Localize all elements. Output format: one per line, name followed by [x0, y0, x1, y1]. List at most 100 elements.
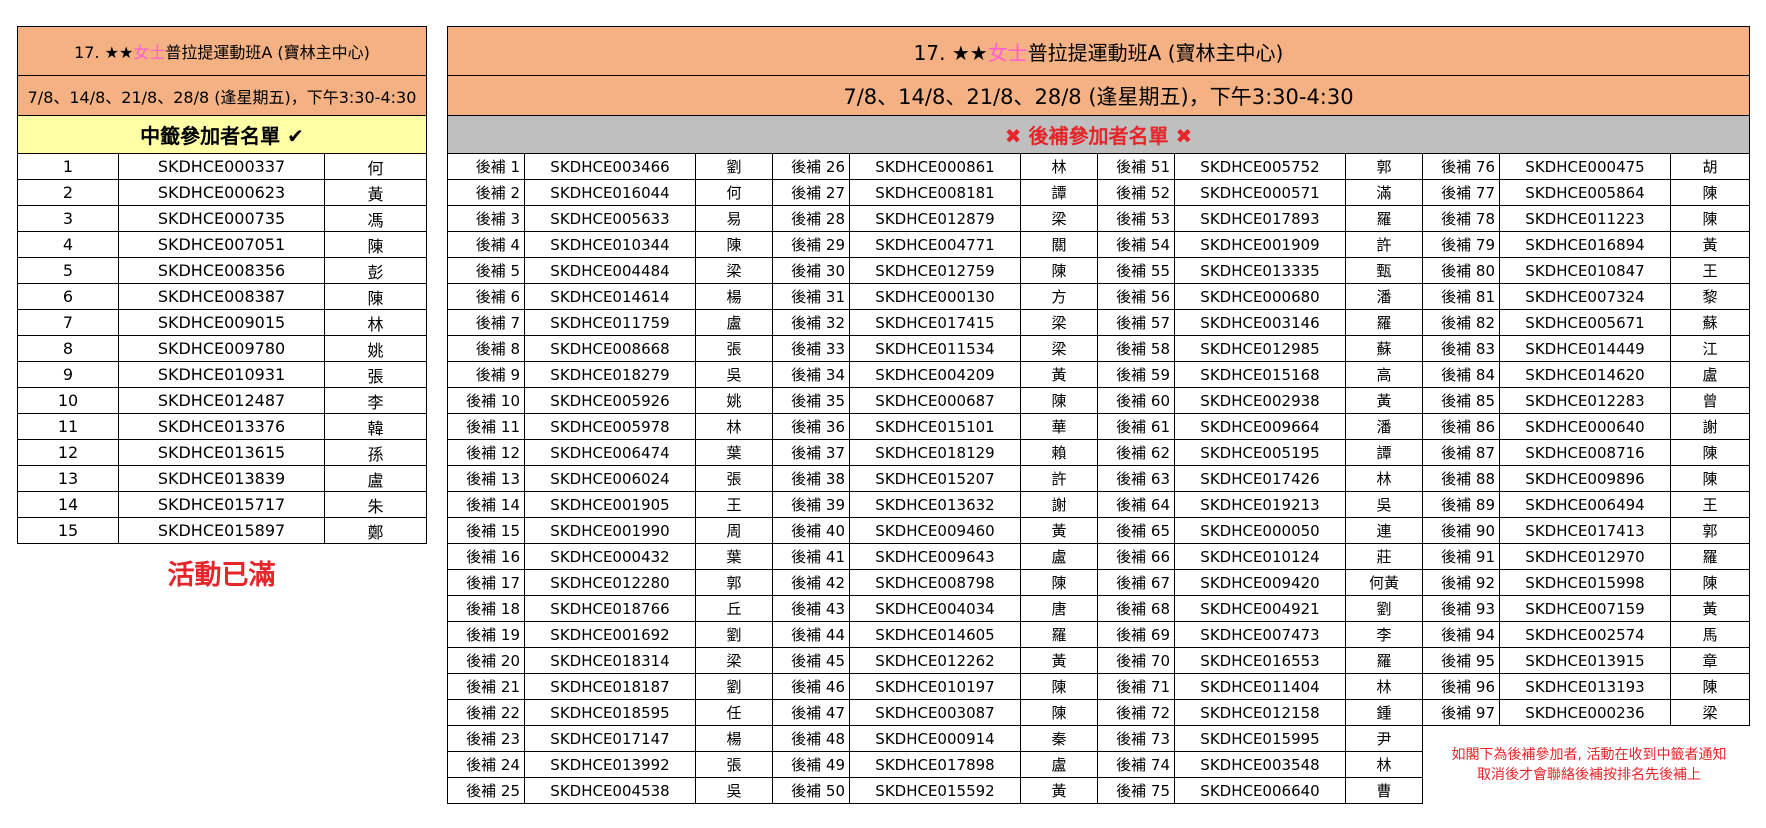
waitlist-rank: 後補 31	[772, 283, 850, 310]
waitlist-surname: 陳	[1020, 673, 1098, 700]
waitlist-table: 17. ★★女士普拉提運動班A (寶林主中心) 7/8、14/8、21/8、28…	[447, 26, 1750, 804]
waitlist-member-id: SKDHCE006494	[1499, 491, 1671, 518]
table-row: 4 SKDHCE007051 陳	[17, 231, 427, 258]
waitlist-member-id: SKDHCE005926	[524, 387, 696, 414]
waitlist-surname: 梁	[695, 647, 773, 674]
winner-surname: 陳	[324, 231, 427, 258]
waitlist-rank: 後補 16	[447, 543, 525, 570]
waitlist-member-id: SKDHCE012759	[849, 257, 1021, 284]
waitlist-member-id: SKDHCE000680	[1174, 283, 1346, 310]
waitlist-member-id: SKDHCE010197	[849, 673, 1021, 700]
winner-member-id: SKDHCE007051	[118, 231, 325, 258]
winner-number: 14	[17, 491, 119, 518]
winner-surname: 韓	[324, 413, 427, 440]
waitlist-rank: 後補 46	[772, 673, 850, 700]
title-suffix: 普拉提運動班A (寶林主中心)	[165, 43, 370, 62]
table-row: 後補 17 SKDHCE012280 郭後補 42 SKDHCE008798 陳後補 6…	[447, 569, 1750, 596]
waitlist-surname: 秦	[1020, 725, 1098, 752]
waitlist-member-id: SKDHCE016894	[1499, 231, 1671, 258]
table-row: 後補 15 SKDHCE001990 周後補 40 SKDHCE009460 黃後補 6…	[447, 517, 1750, 544]
table-row: 後補 10 SKDHCE005926 姚後補 35 SKDHCE000687 陳後補 6…	[447, 387, 1750, 414]
waitlist-rank: 後補 68	[1097, 595, 1175, 622]
winner-number: 13	[17, 465, 119, 492]
waitlist-member-id: SKDHCE000236	[1499, 699, 1671, 726]
waitlist-rank: 後補 40	[772, 517, 850, 544]
table-row: 2 SKDHCE000623 黃	[17, 179, 427, 206]
waitlist-surname: 梁	[1020, 309, 1098, 336]
waitlist-member-id: SKDHCE004034	[849, 595, 1021, 622]
waitlist-rank: 後補 42	[772, 569, 850, 596]
table-row: 後補 4 SKDHCE010344 陳後補 29 SKDHCE004771 關後補 54…	[447, 231, 1750, 258]
waitlist-rank: 後補 51	[1097, 153, 1175, 180]
table-row: 13 SKDHCE013839 盧	[17, 465, 427, 492]
waitlist-member-id: SKDHCE018187	[524, 673, 696, 700]
winner-surname: 何	[324, 153, 427, 180]
waitlist-member-id: SKDHCE013193	[1499, 673, 1671, 700]
waitlist-member-id: SKDHCE000687	[849, 387, 1021, 414]
waitlist-surname: 郭	[1345, 153, 1423, 180]
waitlist-surname: 黃	[1020, 517, 1098, 544]
waitlist-surname: 方	[1020, 283, 1098, 310]
waitlist-rank: 後補 54	[1097, 231, 1175, 258]
waitlist-member-id: SKDHCE009896	[1499, 465, 1671, 492]
waitlist-surname: 易	[695, 205, 773, 232]
winner-number: 2	[17, 179, 119, 206]
waitlist-surname: 林	[1345, 673, 1423, 700]
waitlist-rank: 後補 20	[447, 647, 525, 674]
waitlist-rank: 後補 22	[447, 699, 525, 726]
waitlist-rank: 後補 92	[1422, 569, 1500, 596]
table-row: 後補 13 SKDHCE006024 張後補 38 SKDHCE015207 許後補 6…	[447, 465, 1750, 492]
waitlist-rank: 後補 45	[772, 647, 850, 674]
table-row: 後補 9 SKDHCE018279 吳後補 34 SKDHCE004209 黃後補 59…	[447, 361, 1750, 388]
waitlist-member-id: SKDHCE018279	[524, 361, 696, 388]
waitlist-rank: 後補 34	[772, 361, 850, 388]
winner-surname: 鄭	[324, 517, 427, 544]
waitlist-rank: 後補 77	[1422, 179, 1500, 206]
waitlist-rank: 後補 81	[1422, 283, 1500, 310]
waitlist-surname: 梁	[1020, 205, 1098, 232]
table-row: 8 SKDHCE009780 姚	[17, 335, 427, 362]
waitlist-surname: 何	[695, 179, 773, 206]
waitlist-member-id: SKDHCE011223	[1499, 205, 1671, 232]
waitlist-rank: 後補 76	[1422, 153, 1500, 180]
waitlist-surname: 滿	[1345, 179, 1423, 206]
waitlist-surname: 陳	[1670, 179, 1750, 206]
waitlist-member-id: SKDHCE009643	[849, 543, 1021, 570]
winner-surname: 林	[324, 309, 427, 336]
winner-number: 7	[17, 309, 119, 336]
waitlist-member-id: SKDHCE005752	[1174, 153, 1346, 180]
winner-number: 15	[17, 517, 119, 544]
waitlist-surname: 吳	[695, 777, 773, 804]
waitlist-rank: 後補 43	[772, 595, 850, 622]
waitlist-surname: 賴	[1020, 439, 1098, 466]
waitlist-rank: 後補 13	[447, 465, 525, 492]
waitlist-member-id: SKDHCE005978	[524, 413, 696, 440]
waitlist-member-id: SKDHCE015998	[1499, 569, 1671, 596]
waitlist-rank: 後補 53	[1097, 205, 1175, 232]
waitlist-rank: 後補 58	[1097, 335, 1175, 362]
waitlist-surname: 羅	[1020, 621, 1098, 648]
waitlist-rank: 後補 47	[772, 699, 850, 726]
waitlist-surname: 陳	[1020, 387, 1098, 414]
waitlist-surname: 陳	[1020, 569, 1098, 596]
waitlist-member-id: SKDHCE013632	[849, 491, 1021, 518]
waitlist-note-line: 如閣下為後補參加者, 活動在收到中籤者通知	[1451, 747, 1727, 763]
waitlist-rank: 後補 69	[1097, 621, 1175, 648]
table-row: 3 SKDHCE000735 馮	[17, 205, 427, 232]
waitlist-surname: 黃	[1670, 231, 1750, 258]
waitlist-rank: 後補 72	[1097, 699, 1175, 726]
waitlist-member-id: SKDHCE003466	[524, 153, 696, 180]
cross-icon: ✖	[1004, 124, 1022, 148]
waitlist-heading: ✖ 後補參加者名單 ✖	[447, 115, 1750, 154]
waitlist-member-id: SKDHCE014620	[1499, 361, 1671, 388]
waitlist-rank: 後補 3	[447, 205, 525, 232]
waitlist-rank: 後補 7	[447, 309, 525, 336]
table-row: 後補 5 SKDHCE004484 梁後補 30 SKDHCE012759 陳後補 55…	[447, 257, 1750, 284]
waitlist-member-id: SKDHCE010124	[1174, 543, 1346, 570]
waitlist-rank: 後補 70	[1097, 647, 1175, 674]
winner-surname: 張	[324, 361, 427, 388]
waitlist-member-id: SKDHCE018595	[524, 699, 696, 726]
waitlist-rank: 後補 5	[447, 257, 525, 284]
waitlist-rank: 後補 85	[1422, 387, 1500, 414]
waitlist-surname: 譚	[1345, 439, 1423, 466]
